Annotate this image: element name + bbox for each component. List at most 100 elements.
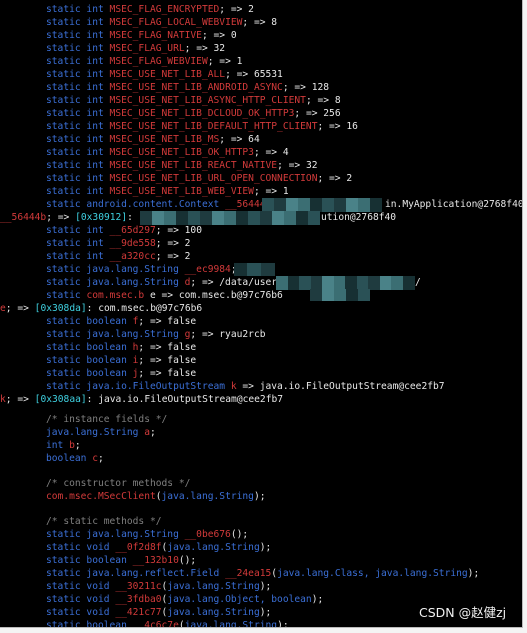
mosaic-cell [391,276,403,290]
code-token: ; => 100 [155,225,202,236]
code-token: ; [149,427,156,438]
code-token: static boolean [46,355,133,366]
mosaic-cell [334,289,346,301]
code-token: static int [46,147,110,158]
code-token: [0x308da] [34,303,87,314]
code-token: static int [46,4,110,15]
redaction-mosaic [234,263,275,276]
code-token: ; => false [138,368,197,379]
code-line: static int MSEC_USE_NET_LIB_ANDROID_ASYN… [46,82,329,95]
code-token: static int [46,121,110,132]
code-token: __0f2d8f [115,542,162,553]
code-token: MSEC_USE_NET_LIB_MS [109,134,220,145]
mosaic-cell [379,276,392,290]
mosaic-cell [284,211,296,225]
code-line: /* instance fields */ [46,414,167,427]
mosaic-cell [322,289,334,301]
code-line: static boolean f; => false [46,316,196,329]
code-token: ; [74,440,81,451]
code-token: static [46,290,87,301]
code-token: static int [46,186,110,197]
code-token: __24ea15 [225,568,272,579]
code-token: static java.lang.reflect.Field [46,568,226,579]
mosaic-cell [296,211,308,225]
code-line: static void __0f2d8f(java.lang.String); [46,542,271,555]
code-token: ution@2768f40 [321,212,397,223]
code-line: static void __30211c(java.lang.String); [46,581,271,594]
code-line: java.lang.String a; [46,427,156,440]
code-token: ); [259,607,272,618]
mosaic-cell [299,276,311,290]
mosaic-cell [322,198,334,212]
code-token: MSEC_USE_NET_LIB_URL_OPEN_CONNECTION [109,173,318,184]
code-token: static java.lang.String [46,264,185,275]
mosaic-cell [370,198,382,212]
code-token: MSEC_FLAG_WEBVIEW [109,56,208,67]
code-token: static void [46,542,116,553]
code-token: : [127,212,133,223]
code-token: ; => false [138,342,197,353]
code-token: ; => false [138,316,197,327]
code-token: MSEC_USE_NET_LIB_OK_HTTP3 [109,147,254,158]
code-token: ; => 8 [242,17,278,28]
code-line: k; => [0x308aa]: java.io.FileOutputStrea… [0,394,283,407]
code-token: static java.lang.String [46,329,185,340]
code-token: __56444b [0,212,47,223]
code-token: : com.msec.b@97c76b6 [86,303,203,314]
code-token: static boolean [46,316,133,327]
mosaic-cell [368,276,380,290]
code-token: MSEC_FLAG_NATIVE [109,30,202,41]
code-token: java.lang.String [167,581,260,592]
code-line: static void __421c77(java.lang.String); [46,607,271,620]
code-line: int b; [46,440,81,453]
redaction-mosaic [310,289,370,301]
code-token: ; => 128 [282,82,330,93]
code-token: boolean [46,453,93,464]
code-line: static com.msec.b e => com.msec.b@97c76b… [46,290,283,303]
code-token: ); [467,568,480,579]
code-token: ; => [5,394,35,405]
code-token: ; => 2 [155,251,191,262]
code-line: static java.io.FileOutputStream k => jav… [46,381,445,394]
code-token: ); [259,542,272,553]
code-token: __132b10 [132,555,179,566]
code-token: static int [46,238,110,249]
mosaic-cell [224,211,236,225]
code-token: java.lang.Class, java.lang.String [277,568,468,579]
code-line: static int MSEC_FLAG_WEBVIEW; => 1 [46,56,242,69]
code-token: ; => ryau2rcb [190,329,266,340]
code-token: ; => [5,303,35,314]
code-token: ; => false [138,355,197,366]
code-token: static void [46,581,116,592]
code-line: ution@2768f40 [321,212,396,225]
code-token: MSEC_USE_NET_LIB_ANDROID_ASYNC [109,82,283,93]
code-token: static int [46,95,110,106]
code-token: ; => 1 [253,186,289,197]
code-token: e => com.msec.b@97c76b6 [144,290,283,301]
code-token: static int [46,160,110,171]
code-token: ; => [46,212,76,223]
mosaic-cell [286,198,298,212]
code-line: static boolean i; => false [46,355,196,368]
code-line: boolean c; [46,453,104,466]
code-line: static boolean h; => false [46,342,196,355]
code-token: ); [259,581,272,592]
code-line: static int MSEC_USE_NET_LIB_WEB_VIEW; =>… [46,186,289,199]
code-token: static void [46,607,116,618]
csdn-watermark: CSDN @赵健zj [419,605,507,620]
code-line: static int __65d297; => 100 [46,225,202,238]
code-token: __30211c [115,581,162,592]
code-line: static int MSEC_FLAG_ENCRYPTED; => 2 [46,4,254,17]
code-token: static java.lang.String [46,277,185,288]
code-token: MSEC_USE_NET_LIB_ALL [109,69,226,80]
redaction-mosaic [262,198,382,212]
code-line: static int MSEC_FLAG_URL; => 32 [46,43,225,56]
code-line: static int MSEC_USE_NET_LIB_DEFAULT_HTTP… [46,121,358,134]
code-line: static java.lang.reflect.Field __24ea15(… [46,568,479,581]
code-token: ; => 65531 [225,69,283,80]
mosaic-cell [247,263,262,276]
code-line: static boolean j; => false [46,368,196,381]
code-line: static boolean __132b10(); [46,555,196,568]
code-token: (); [178,555,197,566]
code-token: ; => 32 [277,160,318,171]
